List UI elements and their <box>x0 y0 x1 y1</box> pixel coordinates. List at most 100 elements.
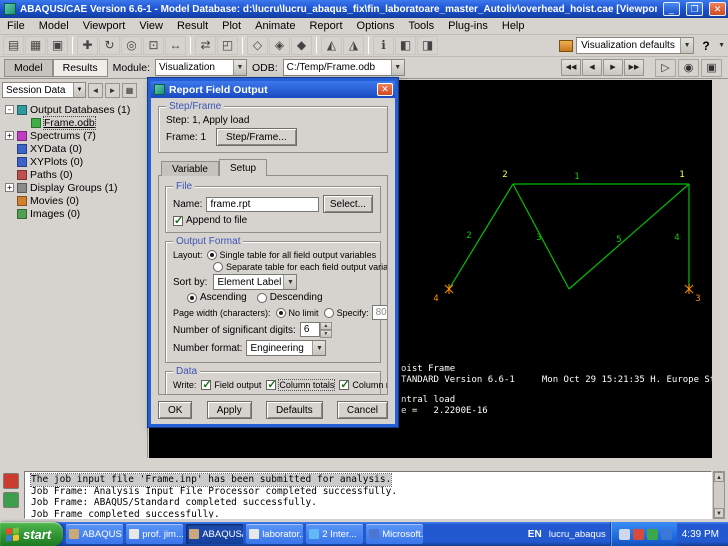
tree-item-movies-0-[interactable]: Movies (0) <box>0 194 147 207</box>
rotate-icon[interactable]: ↻ <box>99 36 120 55</box>
language-bar-label[interactable]: lucru_abaqus <box>545 529 610 540</box>
hidden-line-icon[interactable]: ◈ <box>269 36 290 55</box>
menu-animate[interactable]: Animate <box>248 19 302 33</box>
message-area-button[interactable] <box>3 473 19 489</box>
session-data-combo[interactable]: Session Data ▼ <box>2 82 86 98</box>
chevron-down-icon[interactable]: ▼ <box>312 341 325 355</box>
column-totals-checkbox[interactable] <box>266 380 276 390</box>
menu-options[interactable]: Options <box>350 19 402 33</box>
open-database-icon[interactable]: ▤ <box>3 36 24 55</box>
report-name-input[interactable]: frame.rpt <box>206 197 318 212</box>
separate-table-radio[interactable] <box>213 262 223 272</box>
tree-item-images-0-[interactable]: Images (0) <box>0 207 147 220</box>
minimize-button[interactable]: _ <box>663 2 680 16</box>
append-to-file-checkbox[interactable] <box>173 216 183 226</box>
taskbar-item[interactable]: laborator... <box>246 524 303 544</box>
scroll-up-icon[interactable]: ▲ <box>714 472 724 482</box>
chevron-down-icon[interactable]: ▼ <box>73 83 85 97</box>
menu-model[interactable]: Model <box>32 19 76 33</box>
menu-tools[interactable]: Tools <box>401 19 441 33</box>
auto-fit-icon[interactable]: ↔ <box>165 36 186 55</box>
tab-variable[interactable]: Variable <box>161 161 219 176</box>
print-icon[interactable]: ▣ <box>47 36 68 55</box>
color-code-icon[interactable]: ◨ <box>417 36 438 55</box>
tab-model[interactable]: Model <box>4 59 53 77</box>
no-limit-radio[interactable] <box>276 308 286 318</box>
tray-icon[interactable] <box>633 529 644 540</box>
tree-item-display-groups-1-[interactable]: +Display Groups (1) <box>0 181 147 194</box>
tree-item-paths-0-[interactable]: Paths (0) <box>0 168 147 181</box>
message-area[interactable]: The job input file 'Frame.inp' has been … <box>24 471 712 519</box>
previous-frame-button[interactable]: ◀ <box>582 59 602 76</box>
tree-item-spectrums-7-[interactable]: +Spectrums (7) <box>0 129 147 142</box>
odb-combo[interactable]: C:/Temp/Frame.odb ▼ <box>283 59 405 76</box>
tree-item-xyplots-0-[interactable]: XYPlots (0) <box>0 155 147 168</box>
field-output-checkbox[interactable] <box>201 380 211 390</box>
module-combo[interactable]: Visualization ▼ <box>155 59 247 76</box>
significant-digits-spinner[interactable]: 6 ▲ ▼ <box>300 322 332 338</box>
menu-viewport[interactable]: Viewport <box>76 19 133 33</box>
chevron-down-icon[interactable]: ▼ <box>283 275 296 289</box>
taskbar-item[interactable]: Microsoft... <box>366 524 423 544</box>
last-frame-button[interactable]: ▶▶ <box>624 59 644 76</box>
spinner-up-icon[interactable]: ▲ <box>320 322 332 330</box>
tab-setup[interactable]: Setup <box>219 159 267 176</box>
taskbar-item[interactable]: ABAQUS ... <box>66 524 123 544</box>
paint-roller-icon[interactable] <box>559 40 573 52</box>
taskbar-item[interactable]: 2 Inter... <box>306 524 363 544</box>
command-line-button[interactable] <box>3 492 19 508</box>
sort-by-combo[interactable]: Element Label ▼ <box>213 274 297 290</box>
scroll-down-icon[interactable]: ▼ <box>714 508 724 518</box>
tree-item-xydata-0-[interactable]: XYData (0) <box>0 142 147 155</box>
menu-plot[interactable]: Plot <box>215 19 248 33</box>
taskbar-item[interactable]: ABAQUS/... <box>186 524 243 544</box>
significant-digits-value[interactable]: 6 <box>300 322 320 337</box>
maximize-button[interactable]: ❐ <box>686 2 703 16</box>
magnify-icon[interactable]: ◎ <box>121 36 142 55</box>
tray-icon[interactable] <box>661 529 672 540</box>
camera-button[interactable]: ▣ <box>701 59 722 77</box>
specify-radio[interactable] <box>324 308 334 318</box>
tree-expander-icon[interactable]: - <box>5 105 14 114</box>
select-file-button[interactable]: Select... <box>323 195 373 213</box>
descending-radio[interactable] <box>257 293 267 303</box>
tree-item-output-databases-1-[interactable]: -Output Databases (1) <box>0 103 147 116</box>
dialog-close-button[interactable]: ✕ <box>377 83 393 96</box>
dialog-titlebar[interactable]: Report Field Output ✕ <box>151 81 395 98</box>
help-button[interactable]: ? <box>697 37 715 55</box>
message-scrollbar[interactable]: ▲ ▼ <box>713 471 725 519</box>
wireframe-icon[interactable]: ◇ <box>247 36 268 55</box>
menu-result[interactable]: Result <box>170 19 215 33</box>
panel-prev-button[interactable]: ◄ <box>88 83 103 98</box>
specify-view-icon[interactable]: ◰ <box>217 36 238 55</box>
language-indicator[interactable]: EN <box>525 529 545 540</box>
chevron-down-icon[interactable]: ▼ <box>680 38 693 53</box>
column-minmax-checkbox[interactable] <box>339 380 349 390</box>
panel-options-button[interactable]: ▦ <box>122 83 137 98</box>
ascending-radio[interactable] <box>187 293 197 303</box>
perspective-off-icon[interactable]: ◮ <box>343 36 364 55</box>
panel-next-button[interactable]: ► <box>105 83 120 98</box>
start-button[interactable]: start <box>0 522 63 546</box>
apply-button[interactable]: Apply <box>207 401 252 419</box>
perspective-on-icon[interactable]: ◭ <box>321 36 342 55</box>
tab-results[interactable]: Results <box>53 59 108 77</box>
help-chevron-icon[interactable]: ▼ <box>718 42 725 49</box>
menu-help[interactable]: Help <box>495 19 532 33</box>
number-format-combo[interactable]: Engineering ▼ <box>246 340 326 356</box>
chevron-down-icon[interactable]: ▼ <box>233 60 246 75</box>
pan-icon[interactable]: ✚ <box>77 36 98 55</box>
tray-icon[interactable] <box>647 529 658 540</box>
query-icon[interactable]: ℹ <box>373 36 394 55</box>
next-frame-button[interactable]: ▶ <box>603 59 623 76</box>
display-group-icon[interactable]: ◧ <box>395 36 416 55</box>
single-table-radio[interactable] <box>207 250 217 260</box>
first-frame-button[interactable]: ◀◀ <box>561 59 581 76</box>
spinner-down-icon[interactable]: ▼ <box>320 330 332 338</box>
save-database-icon[interactable]: ▦ <box>25 36 46 55</box>
box-zoom-icon[interactable]: ⊡ <box>143 36 164 55</box>
chevron-down-icon[interactable]: ▼ <box>391 60 404 75</box>
taskbar-item[interactable]: prof. jim... <box>126 524 183 544</box>
tree-expander-icon[interactable]: + <box>5 131 14 140</box>
shaded-icon[interactable]: ◆ <box>291 36 312 55</box>
